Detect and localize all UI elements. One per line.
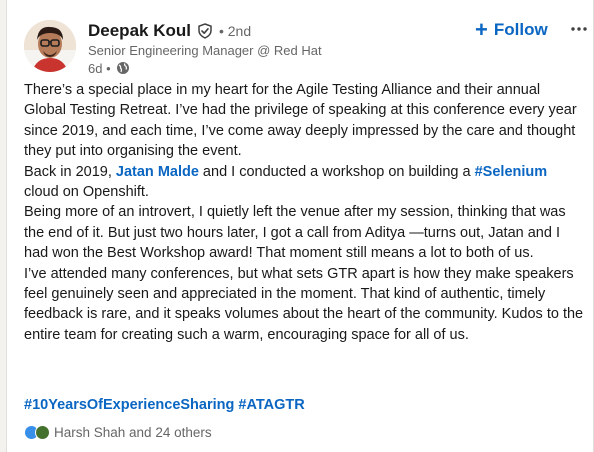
follow-button[interactable]: + Follow [475, 18, 548, 42]
p2-text-before: Back in 2019, [24, 163, 116, 180]
hashtag-row: #10YearsOfExperienceSharing #ATAGTR [24, 395, 305, 415]
post-meta: 6d • [88, 59, 322, 77]
post-paragraph-2: Back in 2019, Jatan Malde and I conducte… [24, 162, 584, 203]
author-headline: Senior Engineering Manager @ Red Hat [88, 43, 322, 58]
follow-label: Follow [493, 20, 548, 39]
author-name[interactable]: Deepak Koul [88, 21, 191, 41]
plus-icon: + [475, 17, 488, 42]
p2-text-after: cloud on Openshift. [24, 184, 149, 201]
author-name-row: Deepak Koul • 2nd [88, 20, 322, 42]
reactions-row[interactable]: Harsh Shah and 24 others [24, 422, 212, 442]
reaction-icons [24, 424, 50, 440]
hashtag-10years[interactable]: #10YearsOfExperienceSharing [24, 397, 234, 413]
post-paragraph-4: I’ve attended many conferences, but what… [24, 265, 584, 343]
post-body: There’s a special place in my heart for … [24, 80, 584, 345]
author-info: Deepak Koul • 2nd Senior Engineering Man… [88, 20, 322, 77]
ellipsis-icon[interactable] [567, 20, 591, 38]
reactions-count-text[interactable]: Harsh Shah and 24 others [54, 425, 212, 440]
post-time: 6d • [88, 60, 111, 76]
hashtag-atagtr[interactable]: #ATAGTR [238, 397, 304, 413]
celebrate-reaction-icon [35, 424, 50, 440]
avatar-image [24, 20, 76, 72]
verified-shield-icon [197, 23, 213, 39]
globe-icon [116, 61, 130, 75]
post-paragraph-3: Being more of an introvert, I quietly le… [24, 204, 566, 262]
mention-jatan-malde[interactable]: Jatan Malde [116, 164, 199, 180]
connection-degree: • 2nd [218, 23, 252, 39]
author-avatar[interactable] [24, 20, 76, 72]
p2-text-middle: and I conducted a workshop on building a [198, 163, 475, 180]
hashtag-selenium[interactable]: #Selenium [475, 164, 548, 180]
post-header: Deepak Koul • 2nd Senior Engineering Man… [24, 14, 593, 76]
post-paragraph-1: There’s a special place in my heart for … [24, 82, 577, 160]
feed-post-card: Deepak Koul • 2nd Senior Engineering Man… [6, 0, 594, 452]
